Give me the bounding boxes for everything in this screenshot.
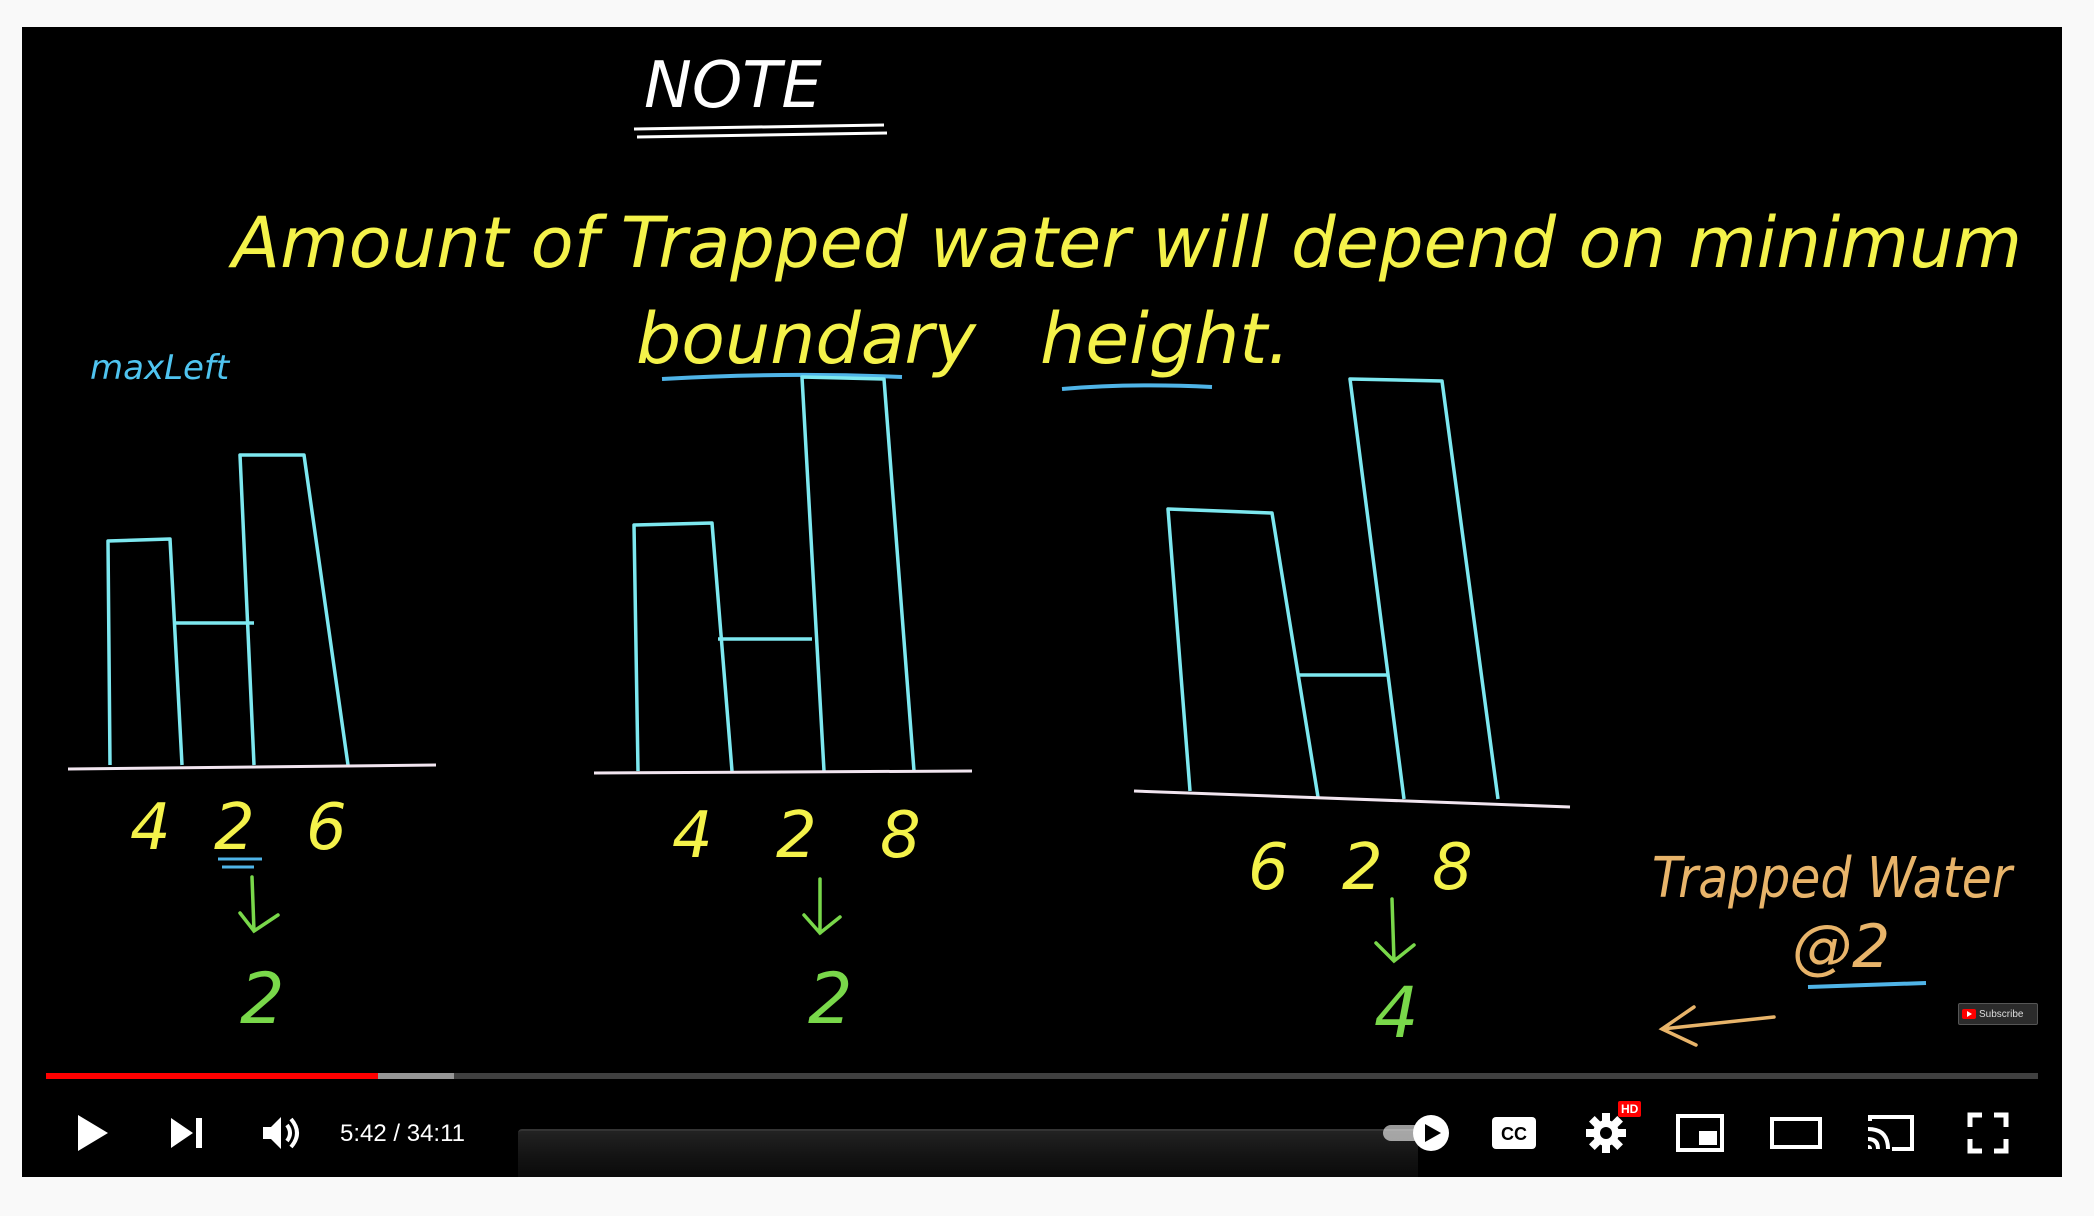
trapped-water-position: @2	[1792, 912, 1890, 982]
example-2-bars	[632, 375, 916, 772]
svg-text:CC: CC	[1501, 1124, 1527, 1144]
volume-icon	[263, 1117, 299, 1149]
cast-button[interactable]	[1860, 1105, 1920, 1161]
example-1-middle-value: 2	[214, 791, 255, 865]
example-1-bars	[106, 453, 350, 766]
example-1-left-value: 4	[130, 791, 171, 865]
sentence-word-boundary: boundary	[636, 298, 978, 380]
miniplayer-icon	[1676, 1114, 1724, 1152]
example-2-right-value: 8	[880, 799, 921, 873]
example-3-left-value: 6	[1248, 831, 1289, 905]
controls-gradient	[22, 1087, 2062, 1177]
example-3-middle-value: 2	[1342, 831, 1383, 905]
next-icon	[171, 1118, 202, 1148]
whiteboard-canvas: NOTE Amount of Trapped water will depend…	[67, 49, 2022, 1054]
cc-icon: CC	[1492, 1117, 1536, 1149]
example-2-baseline	[593, 769, 973, 775]
example-3-result: 4	[1374, 972, 1419, 1054]
height-underline	[1061, 383, 1213, 391]
next-button[interactable]	[162, 1105, 212, 1161]
sentence-word-height: height.	[1040, 298, 1290, 380]
example-3-bars	[1166, 377, 1500, 800]
fullscreen-icon	[1967, 1112, 2009, 1154]
progress-played	[46, 1073, 379, 1079]
sentence-line-1: Amount of Trapped water will depend on m…	[228, 202, 2022, 284]
gear-icon	[1586, 1113, 1626, 1153]
trapped-water-note: Trapped Water	[1652, 846, 2015, 911]
example-1-down-arrow	[238, 875, 280, 934]
subscribe-watermark[interactable]: Subscribe	[1958, 1003, 2038, 1025]
example-1-right-value: 6	[306, 791, 347, 865]
fullscreen-button[interactable]	[1958, 1105, 2018, 1161]
theater-icon	[1770, 1117, 1822, 1149]
example-1-baseline	[67, 763, 437, 771]
play-icon	[78, 1115, 108, 1151]
volume-button[interactable]	[256, 1105, 310, 1161]
hd-badge: HD	[1618, 1101, 1642, 1117]
example-2-left-value: 4	[672, 799, 713, 873]
example-3-right-value: 8	[1432, 831, 1473, 905]
youtube-logo-icon	[1962, 1009, 1976, 1019]
example-2-middle-value: 2	[776, 799, 817, 873]
example-2-result: 2	[808, 958, 853, 1040]
video-player[interactable]: NOTE Amount of Trapped water will depend…	[22, 27, 2062, 1177]
captions-button[interactable]: CC	[1484, 1105, 1544, 1161]
theater-mode-button[interactable]	[1764, 1105, 1828, 1161]
subscribe-watermark-label: Subscribe	[1979, 1008, 2024, 1020]
cast-icon	[1867, 1115, 1914, 1151]
autoplay-toggle[interactable]	[1374, 1105, 1464, 1161]
maxleft-label: maxLeft	[90, 348, 231, 388]
example-1-result: 2	[240, 958, 285, 1040]
miniplayer-button[interactable]	[1670, 1105, 1730, 1161]
left-arrow	[1658, 1005, 1776, 1047]
note-underline	[633, 123, 888, 139]
note-heading: NOTE	[644, 49, 822, 123]
position-underline	[1807, 981, 1927, 989]
time-display: 5:42 / 34:11	[340, 1120, 465, 1147]
example-3-baseline	[1133, 789, 1571, 809]
example-2-down-arrow	[802, 877, 842, 936]
example-3-down-arrow	[1374, 897, 1416, 964]
play-button[interactable]	[68, 1105, 118, 1161]
autoplay-toggle-icon	[1383, 1115, 1449, 1151]
progress-bar[interactable]	[46, 1073, 2038, 1079]
